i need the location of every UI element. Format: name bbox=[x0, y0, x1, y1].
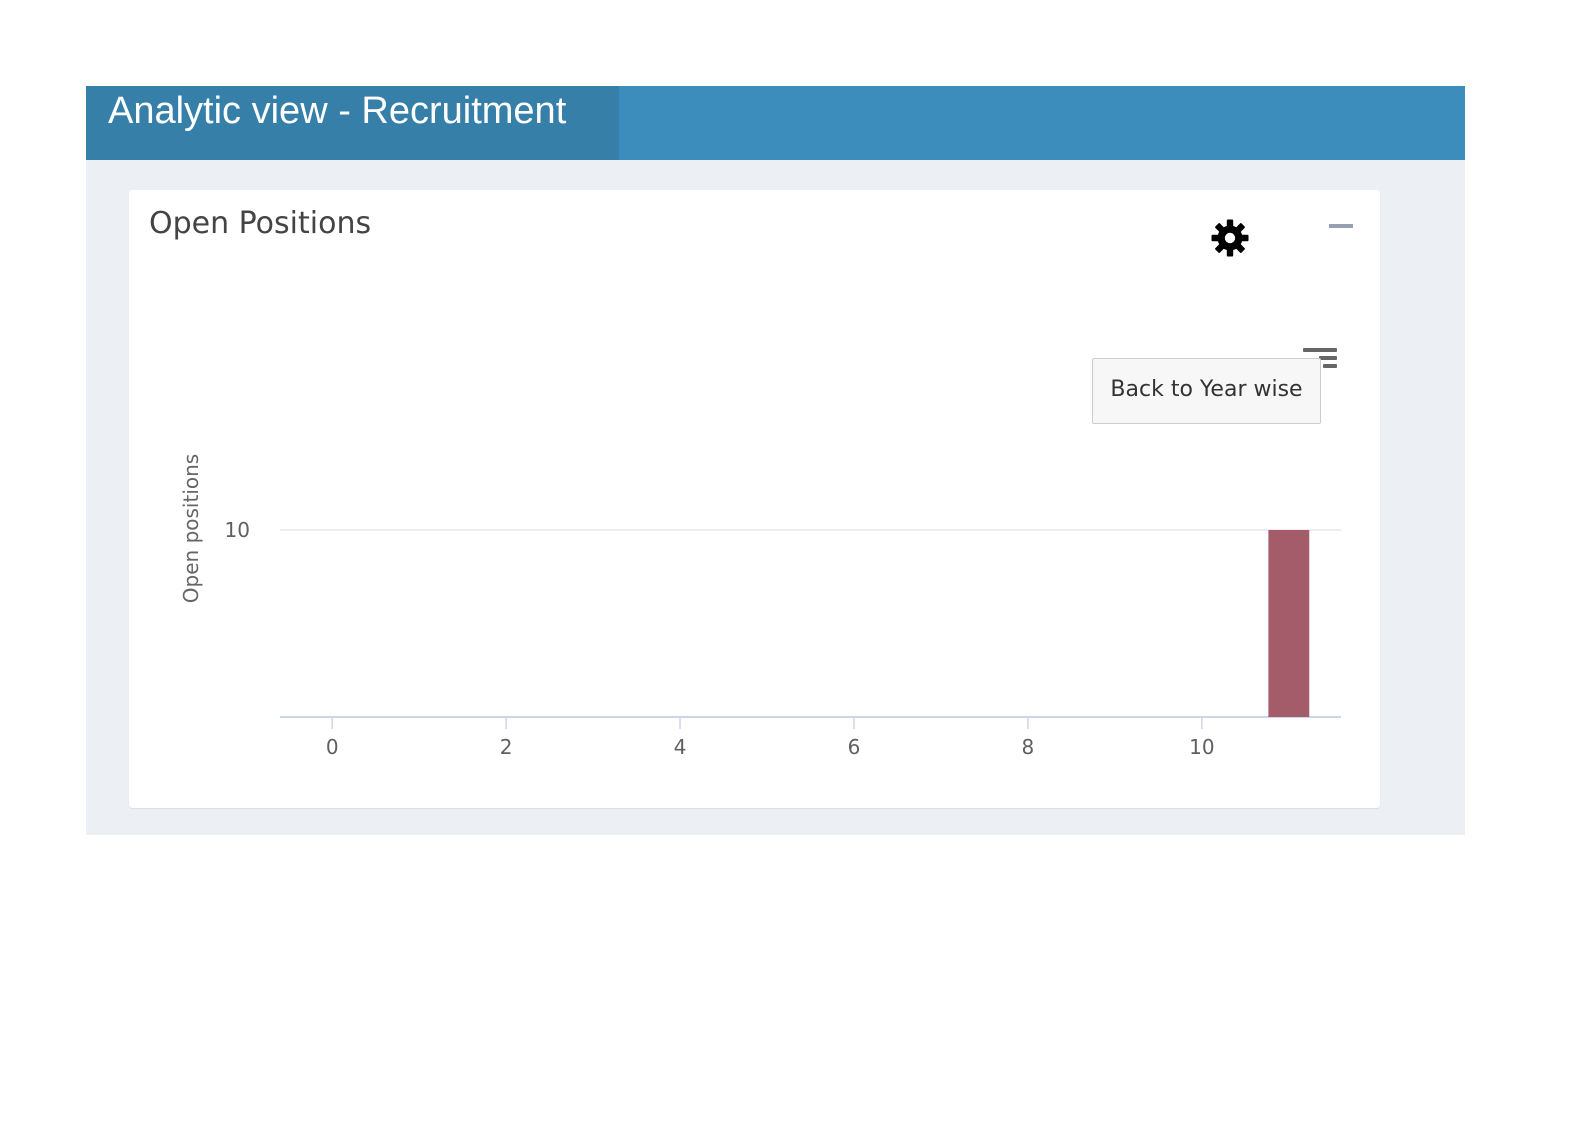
back-to-year-wise-button[interactable]: Back to Year wise bbox=[1092, 358, 1321, 424]
y-tick-label: 10 bbox=[225, 518, 250, 542]
page-frame: Analytic view - Recruitment Open Positio… bbox=[86, 86, 1465, 835]
x-tick-label: 2 bbox=[500, 735, 513, 759]
bar bbox=[1268, 530, 1310, 717]
x-tick-label: 0 bbox=[326, 735, 339, 759]
header-bar: Analytic view - Recruitment bbox=[86, 86, 1465, 160]
page-title: Analytic view - Recruitment bbox=[108, 90, 567, 132]
x-tick-label: 8 bbox=[1022, 735, 1035, 759]
y-axis-title: Open positions bbox=[179, 454, 203, 603]
x-tick-label: 6 bbox=[848, 735, 861, 759]
header-title-block: Analytic view - Recruitment bbox=[86, 86, 619, 160]
x-tick-label: 4 bbox=[674, 735, 687, 759]
open-positions-card: Open Positions 10 0 2 4 6 8 10 Open positio bbox=[129, 190, 1380, 808]
open-positions-chart: 10 0 2 4 6 8 10 Open positions bbox=[179, 454, 1341, 759]
x-tick-label: 10 bbox=[1189, 735, 1214, 759]
